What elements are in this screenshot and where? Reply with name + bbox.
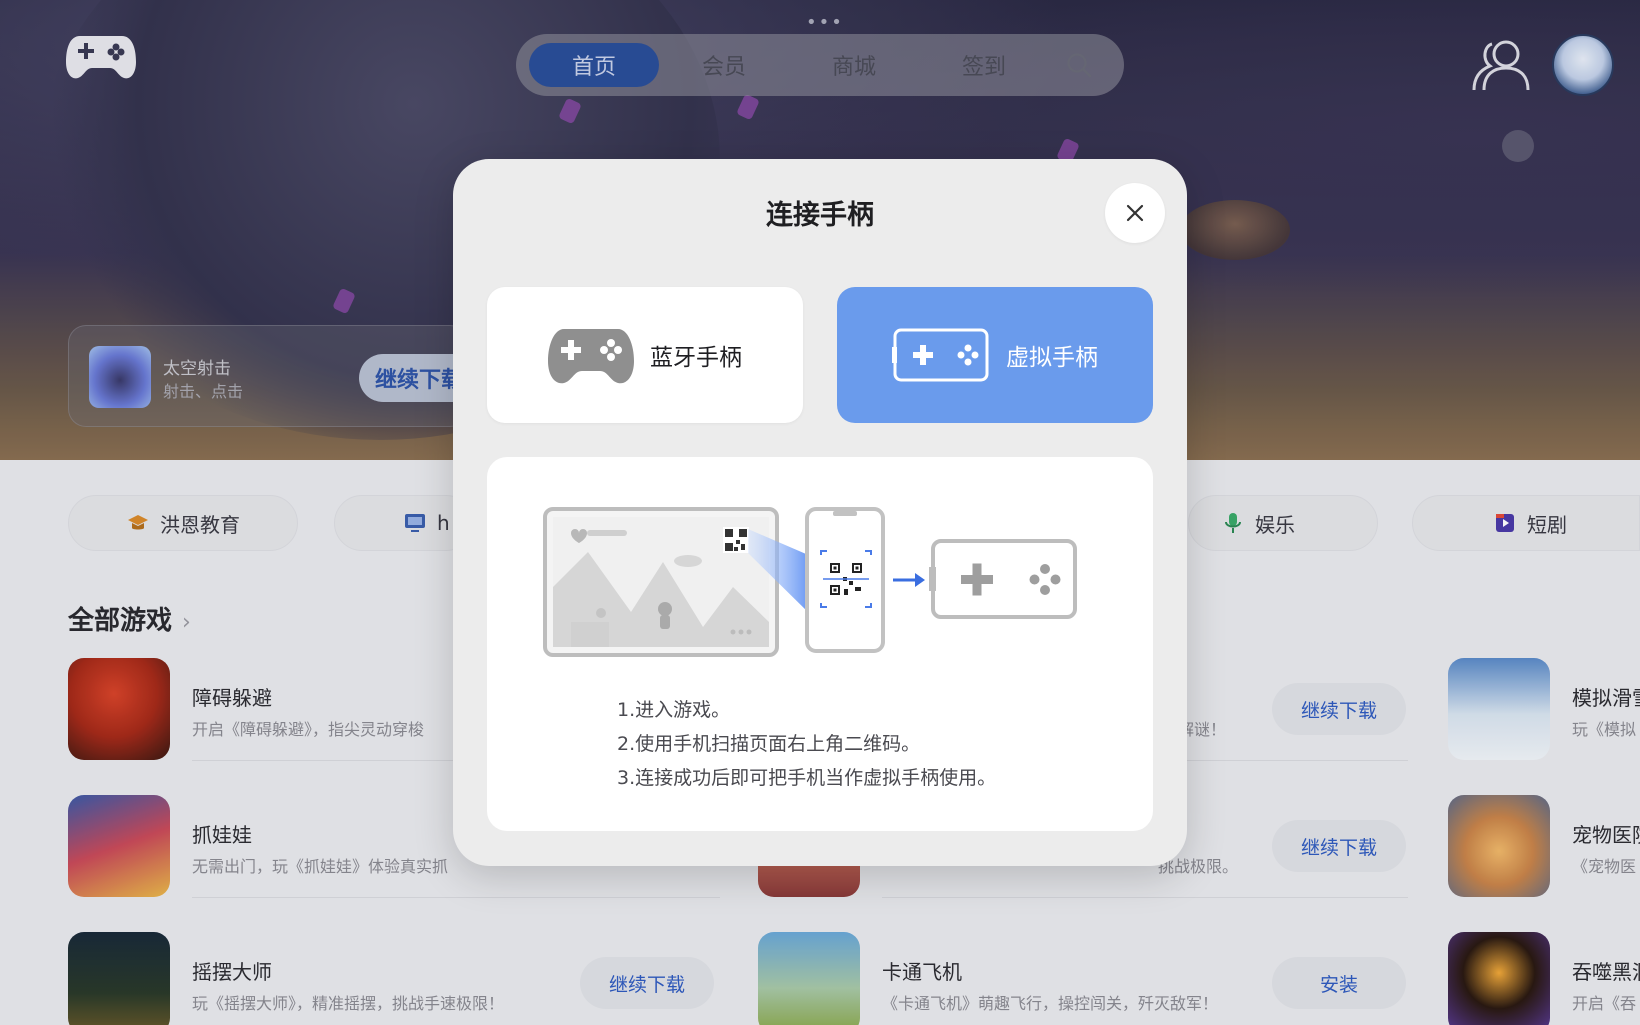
step-2: 2.使用手机扫描页面右上角二维码。 [617, 733, 921, 755]
scan-qr-illustration [543, 507, 1077, 657]
close-button[interactable] [1105, 183, 1165, 243]
option-label: 蓝牙手柄 [650, 345, 742, 371]
gamepad-icon [548, 329, 634, 384]
close-icon [1126, 204, 1144, 222]
connect-controller-dialog: 连接手柄 蓝牙手柄 虚拟手柄 1.进入游戏。 2.使用手机扫描页面右上角二维码。… [453, 159, 1187, 866]
bluetooth-controller-option[interactable]: 蓝牙手柄 [487, 287, 803, 423]
virtual-controller-option[interactable]: 虚拟手柄 [837, 287, 1153, 423]
virtual-gamepad-icon [892, 328, 989, 382]
dialog-title: 连接手柄 [766, 200, 874, 231]
step-3: 3.连接成功后即可把手机当作虚拟手柄使用。 [617, 767, 997, 789]
instructions-panel: 1.进入游戏。 2.使用手机扫描页面右上角二维码。 3.连接成功后即可把手机当作… [487, 457, 1153, 831]
option-label: 虚拟手柄 [1006, 345, 1098, 371]
step-1: 1.进入游戏。 [617, 699, 731, 721]
instruction-steps: 1.进入游戏。 2.使用手机扫描页面右上角二维码。 3.连接成功后即可把手机当作… [617, 693, 996, 795]
